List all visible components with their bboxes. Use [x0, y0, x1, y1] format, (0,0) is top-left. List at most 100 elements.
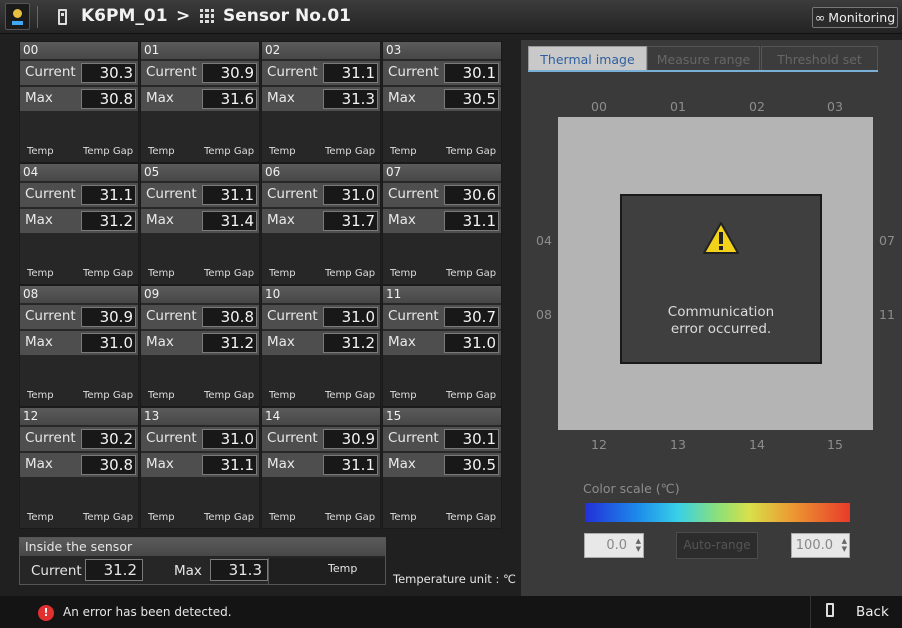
sensor-cell: 11 Current 30.7 Max 31.0 Temp Temp Gap [382, 285, 502, 407]
sensor-cell: 05 Current 31.1 Max 31.4 Temp Temp Gap [140, 163, 260, 285]
thermal-label-left: 08 [536, 307, 552, 322]
cell-id: 10 [262, 286, 380, 303]
current-row: Current 31.1 [20, 183, 138, 207]
error-text-line: error occurred. [670, 321, 772, 337]
sensor-cell: 07 Current 30.6 Max 31.1 Temp Temp Gap [382, 163, 502, 285]
temp-gap-label: Temp Gap [325, 390, 376, 401]
current-value: 30.6 [444, 185, 499, 205]
monitoring-button[interactable]: ∞ Monitoring [812, 7, 898, 28]
current-label: Current [146, 186, 197, 202]
current-label: Current [146, 430, 197, 446]
temperature-unit: Temperature unit : ℃ [393, 572, 516, 586]
temp-label: Temp [27, 268, 54, 279]
min-value: 0.0 [606, 538, 627, 553]
inside-temp-label: Temp [328, 562, 358, 575]
current-value: 30.7 [444, 307, 499, 327]
thermal-label-right: 11 [879, 307, 895, 322]
current-row: Current 30.9 [141, 61, 259, 85]
current-label: Current [25, 430, 76, 446]
sensor-cells-panel: 00 Current 30.3 Max 30.8 Temp Temp Gap 01 Curren… [19, 41, 508, 591]
temp-gap-label: Temp Gap [83, 146, 134, 157]
sensor-cell: 12 Current 30.2 Max 30.8 Temp Temp Gap [19, 407, 139, 529]
current-row: Current 30.9 [20, 305, 138, 329]
current-label: Current [267, 64, 318, 80]
thermal-image-area: Communication error occurred. [558, 117, 873, 430]
color-scale-max-input[interactable]: 100.0 ▲ ▼ [791, 533, 850, 558]
thermal-label-bottom: 13 [670, 437, 686, 452]
back-button[interactable]: Back [856, 604, 889, 620]
spinner-arrows-icon[interactable]: ▲ ▼ [842, 537, 847, 553]
current-label: Current [267, 430, 318, 446]
temp-gap-label: Temp Gap [325, 512, 376, 523]
communication-error-box: Communication error occurred. [620, 194, 822, 364]
status-bar: ! An error has been detected. Back [0, 596, 902, 628]
max-label: Max [25, 456, 53, 472]
back-device-icon[interactable] [826, 603, 834, 617]
sensor-cell: 09 Current 30.8 Max 31.2 Temp Temp Gap [140, 285, 260, 407]
thermal-label-right: 07 [879, 233, 895, 248]
thermal-label-top: 00 [591, 99, 607, 114]
current-row: Current 30.1 [383, 61, 501, 85]
max-row: Max 31.3 [262, 87, 380, 111]
temp-label: Temp [390, 512, 417, 523]
max-row: Max 31.2 [141, 331, 259, 355]
current-label: Current [146, 308, 197, 324]
current-row: Current 30.3 [20, 61, 138, 85]
max-label: Max [388, 212, 416, 228]
thermal-label-bottom: 14 [749, 437, 765, 452]
current-label: Current [267, 186, 318, 202]
temp-gap-label: Temp Gap [325, 268, 376, 279]
temp-label: Temp [269, 512, 296, 523]
max-value: 30.8 [81, 455, 136, 475]
breadcrumb-device[interactable]: K6PM_01 [81, 6, 168, 26]
temp-label: Temp [269, 268, 296, 279]
breadcrumb-separator: > [176, 6, 191, 26]
sensor-grid-icon [200, 9, 214, 23]
max-value: 31.2 [323, 333, 378, 353]
current-label: Current [388, 308, 439, 324]
sensor-cell: 06 Current 31.0 Max 31.7 Temp Temp Gap [261, 163, 381, 285]
tab-measure-range[interactable]: Measure range [647, 46, 760, 71]
current-value: 30.1 [444, 63, 499, 83]
tab-thermal-image[interactable]: Thermal image [528, 46, 647, 71]
max-row: Max 30.8 [20, 453, 138, 477]
thermal-label-left: 04 [536, 233, 552, 248]
current-label: Current [267, 308, 318, 324]
current-row: Current 31.1 [141, 183, 259, 207]
max-value: 31.1 [323, 455, 378, 475]
cell-id: 02 [262, 42, 380, 59]
tab-threshold-set[interactable]: Threshold set [761, 46, 878, 71]
temp-label: Temp [27, 146, 54, 157]
app-logo-icon[interactable] [5, 3, 30, 30]
max-label: Max [388, 90, 416, 106]
max-value: 31.4 [202, 211, 257, 231]
current-value: 30.8 [202, 307, 257, 327]
cell-id: 01 [141, 42, 259, 59]
thermal-panel: Thermal image Measure range Threshold se… [521, 40, 902, 596]
max-label: Max [25, 90, 53, 106]
current-value: 30.2 [81, 429, 136, 449]
cell-id: 12 [20, 408, 138, 425]
current-row: Current 31.0 [141, 427, 259, 451]
current-value: 31.0 [202, 429, 257, 449]
temp-label: Temp [27, 390, 54, 401]
auto-range-button[interactable]: Auto-range [676, 532, 758, 559]
temp-gap-label: Temp Gap [83, 268, 134, 279]
cell-id: 07 [383, 164, 501, 181]
spinner-arrows-icon[interactable]: ▲ ▼ [636, 537, 641, 553]
temp-gap-label: Temp Gap [204, 146, 255, 157]
cell-id: 15 [383, 408, 501, 425]
divider [810, 596, 811, 628]
current-value: 30.9 [323, 429, 378, 449]
error-icon: ! [38, 605, 54, 621]
inside-sensor-title: Inside the sensor [20, 538, 385, 556]
current-row: Current 31.0 [262, 305, 380, 329]
temp-gap-label: Temp Gap [446, 390, 497, 401]
divider [37, 6, 38, 28]
temp-label: Temp [148, 512, 175, 523]
max-label: Max [25, 334, 53, 350]
device-icon [58, 9, 67, 25]
color-scale-bar [585, 503, 850, 522]
color-scale-min-input[interactable]: 0.0 ▲ ▼ [584, 533, 644, 558]
thermal-label-top: 02 [749, 99, 765, 114]
